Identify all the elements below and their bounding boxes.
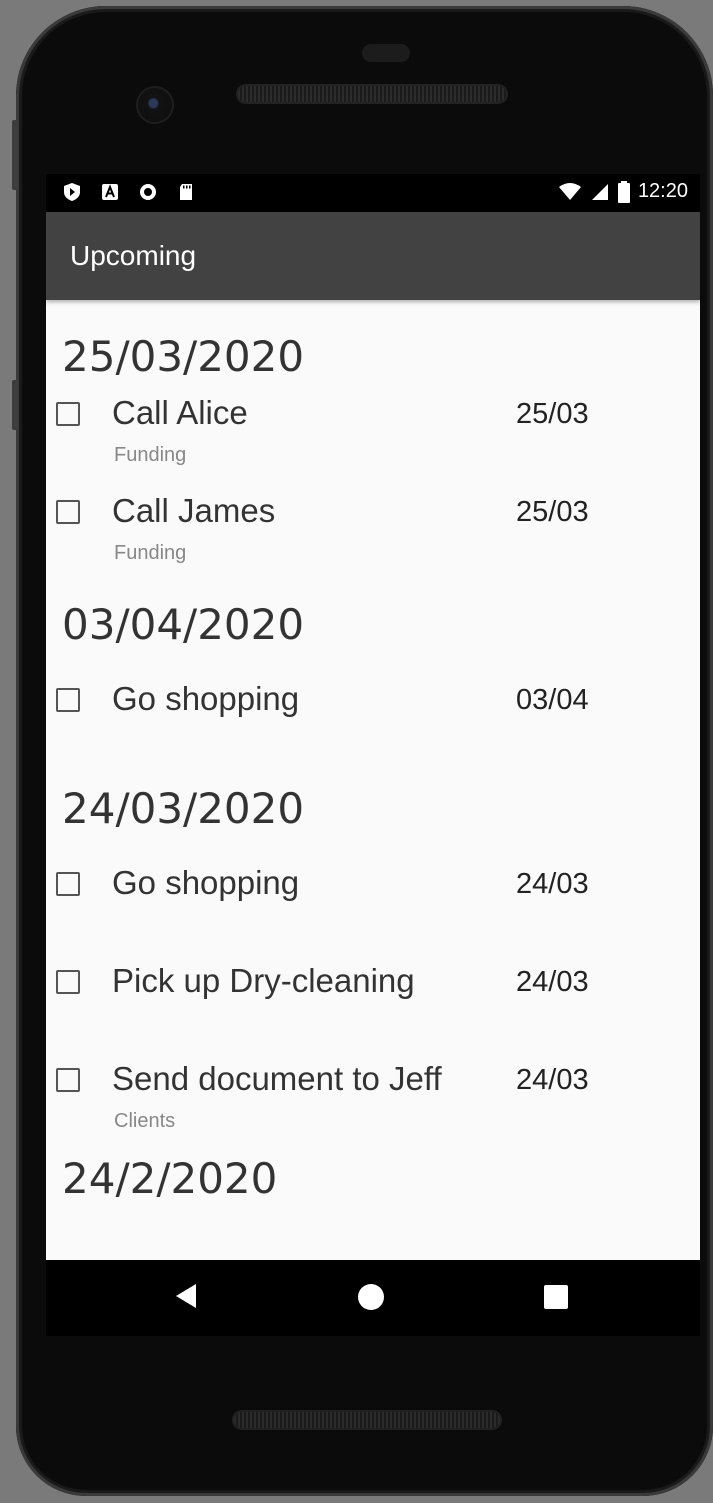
app-bar: Upcoming — [46, 212, 700, 300]
bottom-speaker-grille — [234, 1412, 500, 1428]
phone-screen: 12:20 Upcoming 25/03/2020 Call Alice Fun… — [46, 174, 700, 1260]
task-title: Pick up Dry-cleaning — [112, 962, 415, 999]
task-checkbox[interactable] — [56, 1068, 80, 1092]
task-due-date: 03/04 — [516, 684, 589, 716]
task-list: 25/03/2020 Call Alice Funding 25/03 Call… — [46, 300, 700, 1232]
task-due-date: 25/03 — [516, 496, 589, 528]
task-checkbox[interactable] — [56, 970, 80, 994]
task-title: Go shopping — [112, 680, 300, 717]
back-icon[interactable] — [176, 1284, 196, 1308]
task-title: Send document to Jeff — [112, 1060, 442, 1097]
section-date-header: 24/03/2020 — [62, 784, 305, 833]
task-checkbox[interactable] — [56, 872, 80, 896]
home-icon[interactable] — [358, 1284, 384, 1310]
task-row[interactable]: Pick up Dry-cleaning 24/03 — [46, 952, 700, 1050]
task-due-date: 24/03 — [516, 966, 589, 998]
battery-icon — [617, 180, 630, 203]
status-time: 12:20 — [637, 180, 688, 202]
page-title: Upcoming — [70, 240, 197, 271]
task-category: Clients — [114, 1110, 176, 1132]
status-bar: 12:20 — [46, 174, 700, 212]
section-date-header: 24/2/2020 — [62, 1154, 278, 1203]
task-title: Go shopping — [112, 864, 300, 901]
task-row[interactable]: Call Alice Funding 25/03 — [46, 384, 700, 482]
a-icon — [102, 184, 118, 200]
task-row[interactable]: Go shopping 24/03 — [46, 854, 700, 952]
system-nav-bar — [46, 1260, 700, 1336]
section-date-header: 25/03/2020 — [62, 332, 305, 381]
task-row[interactable]: Call James Funding 25/03 — [46, 482, 700, 580]
task-row[interactable]: Send document to Jeff Clients 24/03 — [46, 1050, 700, 1148]
task-row[interactable]: Go shopping 03/04 — [46, 670, 700, 768]
signal-icon — [591, 183, 608, 200]
earpiece-slot — [362, 44, 410, 62]
sdcard-icon — [180, 184, 192, 200]
task-title: Call James — [112, 492, 276, 529]
task-due-date: 24/03 — [516, 868, 589, 900]
section-date-header: 03/04/2020 — [62, 600, 305, 649]
task-category: Funding — [114, 542, 187, 564]
task-checkbox[interactable] — [56, 402, 80, 426]
task-due-date: 25/03 — [516, 398, 589, 430]
circle-icon — [140, 184, 156, 200]
task-due-date: 24/03 — [516, 1064, 589, 1096]
shield-icon — [64, 183, 80, 201]
side-button-top — [12, 120, 18, 190]
task-category: Funding — [114, 444, 187, 466]
wifi-icon — [558, 182, 581, 200]
task-checkbox[interactable] — [56, 500, 80, 524]
task-title: Call Alice — [112, 394, 248, 431]
side-button-bottom — [12, 380, 18, 430]
top-speaker-grille — [238, 86, 506, 102]
task-checkbox[interactable] — [56, 688, 80, 712]
recents-icon[interactable] — [544, 1285, 568, 1309]
front-camera-icon — [138, 88, 172, 122]
